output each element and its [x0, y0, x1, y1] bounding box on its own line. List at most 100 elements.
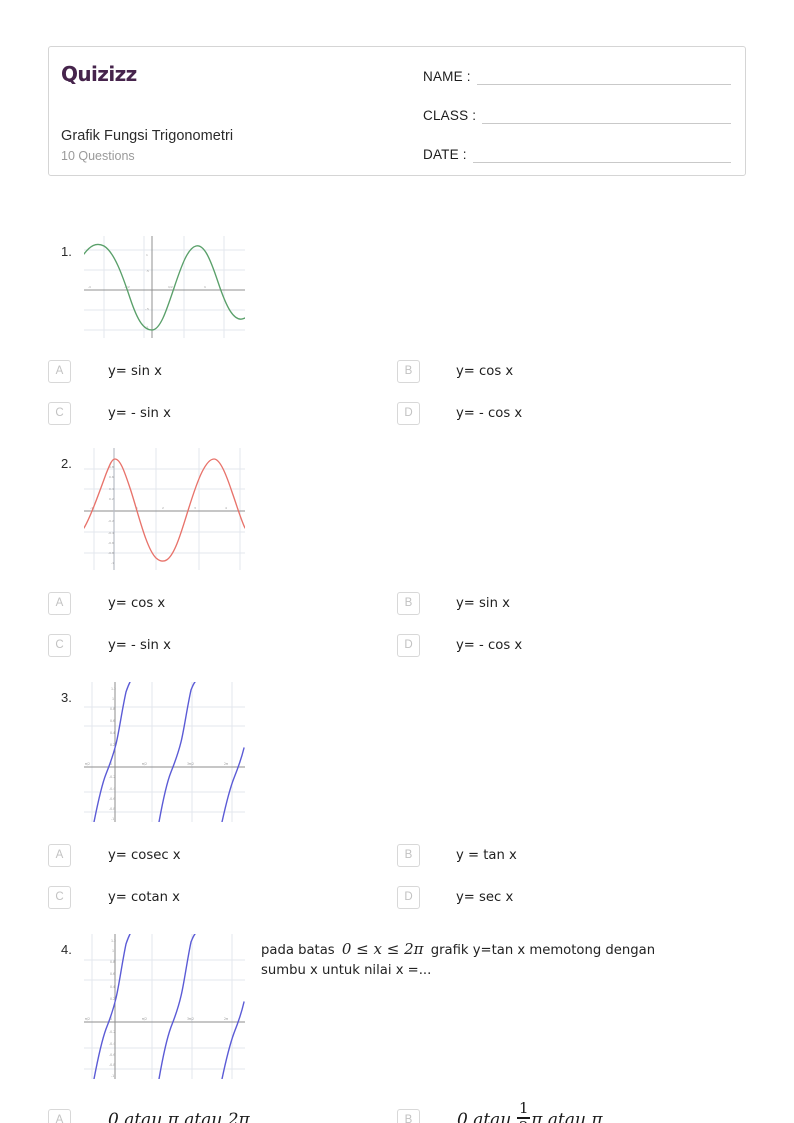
question-2-option-c[interactable]: C y= - sin x: [48, 624, 397, 666]
question-2-options: A y= cos x B y= sin x C y= - sin x D y= …: [48, 582, 746, 666]
question-2: 2. 0.8 0.6 0.4 0.2 -0.2 -0.4 -0.6 -0.8 -…: [48, 448, 746, 666]
option-label-c: y= cotan x: [108, 889, 180, 905]
svg-text:π: π: [204, 285, 206, 289]
svg-text:-0.8: -0.8: [109, 807, 115, 811]
question-3-option-a[interactable]: A y= cosec x: [48, 834, 397, 876]
svg-text:3π/2: 3π/2: [187, 1017, 194, 1021]
svg-text:.5: .5: [146, 269, 149, 273]
svg-text:0.4: 0.4: [110, 731, 115, 735]
option-b-math-pre: 0 atau: [457, 1109, 512, 1123]
svg-text:0.6: 0.6: [110, 972, 115, 976]
svg-text:2π: 2π: [224, 1017, 228, 1021]
question-3: 3. 1.2 1 0.8 0.6 0.4 0.2 -0.2 -0.4 -0.6 …: [48, 682, 746, 918]
svg-text:0.2: 0.2: [109, 497, 114, 501]
option-badge-c: C: [48, 401, 71, 425]
option-label-d: y= - cos x: [456, 637, 523, 653]
svg-text:3π/2: 3π/2: [187, 762, 194, 766]
svg-text:π/2: π/2: [142, 1017, 147, 1021]
svg-text:0.6: 0.6: [109, 475, 114, 479]
option-label-d: y= sec x: [456, 889, 514, 905]
option-badge-d: D: [397, 885, 420, 909]
fraction-denominator: 2: [519, 1119, 529, 1123]
question-2-option-a[interactable]: A y= cos x: [48, 582, 397, 624]
option-badge-a: A: [48, 359, 71, 383]
svg-text:4: 4: [225, 506, 227, 510]
name-field-label: NAME :: [423, 69, 471, 84]
option-badge-a: A: [48, 1108, 71, 1123]
question-4-text-part1: pada batas: [261, 943, 335, 958]
svg-text:-0.2: -0.2: [108, 519, 114, 523]
question-3-option-b[interactable]: B y = tan x: [397, 834, 746, 876]
option-label-b: 0 atau 1 2 π atau π: [457, 1101, 603, 1123]
question-2-number: 2.: [61, 456, 72, 471]
option-label-c: y= - sin x: [108, 405, 171, 421]
option-badge-b: B: [397, 591, 420, 615]
name-field-row: NAME :: [423, 63, 731, 85]
svg-text:-0.8: -0.8: [108, 551, 114, 555]
question-1-option-a[interactable]: A y= sin x: [48, 350, 397, 392]
svg-text:-0.4: -0.4: [108, 531, 114, 535]
worksheet-header: Quizizz Grafik Fungsi Trigonometri 10 Qu…: [48, 46, 746, 176]
question-2-figure-cosine-graph-red: 0.8 0.6 0.4 0.2 -0.2 -0.4 -0.6 -0.8 -1 -1 1 2…: [84, 448, 245, 570]
question-4-option-a[interactable]: A 0 atau π atau 2π: [48, 1099, 397, 1123]
question-1: 1. -π -π/2 π/2 π 1 .5 -.5 -1 A y= sin x …: [48, 236, 746, 434]
question-3-option-c[interactable]: C y= cotan x: [48, 876, 397, 918]
svg-text:-1: -1: [111, 561, 114, 565]
option-label-a: 0 atau π atau 2π: [108, 1110, 250, 1123]
svg-text:0.6: 0.6: [110, 719, 115, 723]
svg-text:-0.6: -0.6: [109, 1053, 115, 1057]
option-label-b: y= sin x: [456, 595, 510, 611]
svg-text:-0.6: -0.6: [109, 797, 115, 801]
svg-text:1.2: 1.2: [111, 687, 116, 691]
svg-text:-.5: -.5: [145, 307, 149, 311]
svg-text:-0.2: -0.2: [109, 775, 115, 779]
option-badge-c: C: [48, 885, 71, 909]
svg-text:-0.6: -0.6: [108, 541, 114, 545]
svg-text:π/2: π/2: [85, 762, 90, 766]
date-input[interactable]: [472, 147, 731, 163]
class-input[interactable]: [482, 108, 731, 124]
header-left-panel: Quizizz Grafik Fungsi Trigonometri 10 Qu…: [49, 47, 409, 175]
class-field-label: CLASS :: [423, 108, 477, 123]
question-1-option-c[interactable]: C y= - sin x: [48, 392, 397, 434]
svg-text:-0.4: -0.4: [109, 1042, 115, 1046]
svg-text:π/2: π/2: [168, 285, 173, 289]
question-4-options: A 0 atau π atau 2π B 0 atau 1 2 π atau π: [48, 1099, 746, 1123]
question-1-option-b[interactable]: B y= cos x: [397, 350, 746, 392]
question-4-head: 4. 1.2 1 0.8 0.6 0.4 0.2 -0.2 -0.4 -0.6 …: [48, 934, 746, 1079]
question-3-option-d[interactable]: D y= sec x: [397, 876, 746, 918]
option-badge-d: D: [397, 401, 420, 425]
question-2-option-d[interactable]: D y= - cos x: [397, 624, 746, 666]
svg-text:2: 2: [162, 506, 164, 510]
name-input[interactable]: [476, 69, 731, 85]
question-3-text: [245, 682, 746, 686]
option-label-a: y= cos x: [108, 595, 166, 611]
svg-text:-0.4: -0.4: [109, 787, 115, 791]
question-4-text-math: 0 ≤ x ≤ 2π: [341, 940, 424, 958]
worksheet-page: Quizizz Grafik Fungsi Trigonometri 10 Qu…: [0, 0, 794, 1123]
svg-text:1.2: 1.2: [111, 939, 116, 943]
svg-text:0.8: 0.8: [110, 960, 115, 964]
question-3-number: 3.: [61, 690, 72, 705]
date-field-label: DATE :: [423, 147, 467, 162]
option-label-d: y= - cos x: [456, 405, 523, 421]
question-4-figure-tangent-graph-blue: 1.2 1 0.8 0.6 0.4 0.2 -0.2 -0.4 -0.6 -0.8 -1 …: [84, 934, 245, 1079]
svg-text:1: 1: [146, 253, 148, 257]
option-label-a: y= cosec x: [108, 847, 181, 863]
class-field-row: CLASS :: [423, 102, 731, 124]
question-4-option-b[interactable]: B 0 atau 1 2 π atau π: [397, 1099, 746, 1123]
question-count-label: 10 Questions: [61, 149, 135, 163]
svg-text:-π: -π: [88, 285, 91, 289]
svg-text:0.2: 0.2: [110, 997, 115, 1001]
svg-text:2π: 2π: [224, 762, 228, 766]
svg-text:0.8: 0.8: [110, 707, 115, 711]
option-label-b: y = tan x: [456, 847, 517, 863]
svg-text:-0.2: -0.2: [109, 1030, 115, 1034]
question-2-option-b[interactable]: B y= sin x: [397, 582, 746, 624]
svg-text:-1: -1: [111, 1074, 114, 1078]
svg-text:-1: -1: [111, 817, 114, 821]
question-1-option-d[interactable]: D y= - cos x: [397, 392, 746, 434]
svg-text:1: 1: [112, 697, 114, 701]
question-4-text: pada batas 0 ≤ x ≤ 2π grafik y=tan x mem…: [245, 934, 746, 982]
quizizz-logo-text: Quizizz: [61, 62, 137, 86]
